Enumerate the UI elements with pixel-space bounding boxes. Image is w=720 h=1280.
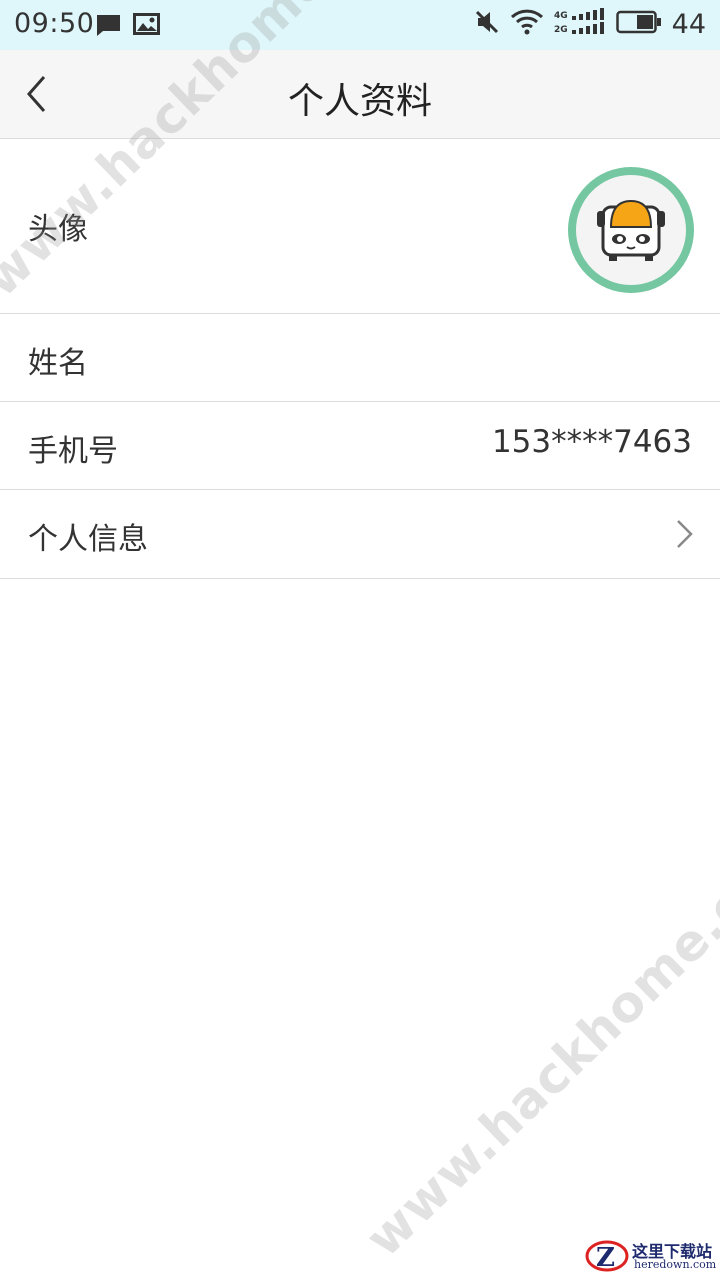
name-label: 姓名: [28, 346, 88, 381]
status-right: 4G 2G 44: [474, 8, 706, 40]
battery-icon: [615, 10, 662, 38]
wifi-icon: [510, 8, 544, 40]
watermark-bottom: www.hackhome.com: [354, 813, 720, 1268]
site-logo-en: heredown.com: [634, 1258, 717, 1271]
svg-text:Z: Z: [596, 1243, 615, 1273]
avatar[interactable]: [568, 167, 694, 293]
status-bar: 09:50 4G 2G 44: [0, 0, 720, 50]
page-title: 个人资料: [287, 81, 432, 122]
battery-level: 44: [671, 8, 706, 40]
logo-mark-icon: Z: [585, 1240, 629, 1273]
mute-icon: [474, 9, 500, 39]
chevron-right-icon: [677, 520, 693, 548]
title-bar: 个人资料: [0, 50, 720, 139]
signal-icon: 4G 2G: [554, 8, 606, 40]
phone-value: 153****7463: [491, 424, 692, 460]
svg-text:2G: 2G: [554, 25, 568, 35]
message-icon: [95, 13, 122, 41]
status-time: 09:50: [14, 8, 95, 39]
name-row[interactable]: 姓名: [0, 314, 720, 402]
notification-icons: [95, 13, 160, 41]
image-icon: [133, 13, 160, 41]
phone-label: 手机号: [28, 434, 118, 469]
personal-info-row[interactable]: 个人信息: [0, 490, 720, 579]
site-logo: Z 这里下载站 heredown.com: [584, 1236, 717, 1276]
profile-page: 09:50 4G 2G 44 个人资料 头像 姓名 手机号 153****746…: [0, 0, 720, 1280]
personal-info-label: 个人信息: [28, 522, 148, 557]
phone-row[interactable]: 手机号 153****7463: [0, 402, 720, 490]
avatar-mascot-image: [576, 175, 686, 285]
svg-text:4G: 4G: [554, 11, 568, 21]
